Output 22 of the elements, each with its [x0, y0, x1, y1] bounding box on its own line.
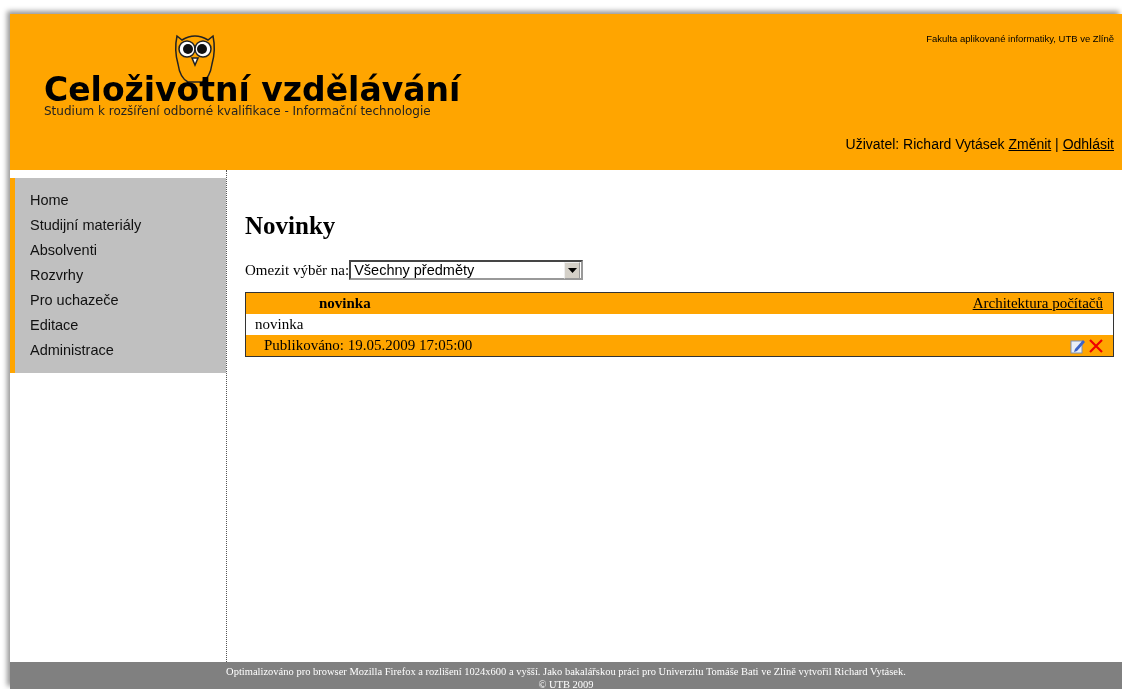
footer-text: Optimalizováno pro browser Mozilla Firefox a rozlišení 1024x600 a vyšší. Jako bakalářskou práci pro Univerzitu Tomáše Bati ve Zlíně vytvořil Richard Vytásek. — [225, 665, 907, 678]
separator: | — [1055, 136, 1059, 152]
subject-link[interactable]: Architektura počítačů — [972, 295, 1103, 312]
user-label: Uživatel: Richard Vytásek — [845, 136, 1005, 152]
sidebar-item[interactable]: Home — [30, 188, 226, 213]
edit-icon[interactable] — [1070, 337, 1086, 354]
published-date: Publikováno: 19.05.2009 17:05:00 — [264, 337, 473, 354]
page-heading: Novinky — [245, 212, 337, 240]
site-subtitle: Studium k rozšíření odborné kvalifikace - Informační technologie — [44, 104, 431, 118]
sidebar-item[interactable]: Editace — [30, 313, 226, 338]
sidebar-item[interactable]: Administrace — [30, 338, 226, 363]
filter-label: Omezit výběr na: — [245, 261, 350, 279]
sidebar-item[interactable]: Absolventi — [30, 238, 226, 263]
footer-text: © UTB 2009 — [537, 678, 595, 689]
sidebar-item[interactable]: Pro uchazeče — [30, 288, 226, 313]
logout-link[interactable]: Odhlásit — [1062, 136, 1114, 152]
sidebar-item[interactable]: Studijní materiály — [30, 213, 226, 238]
sidebar-item[interactable]: Rozvrhy — [30, 263, 226, 288]
change-link[interactable]: Změnit — [1008, 136, 1052, 152]
faculty-name: Fakulta aplikované informatiky, UTB ve Zlíně — [926, 33, 1114, 44]
subject-dropdown[interactable]: Všechny předměty — [349, 260, 584, 280]
news-title: novinka — [319, 295, 371, 312]
